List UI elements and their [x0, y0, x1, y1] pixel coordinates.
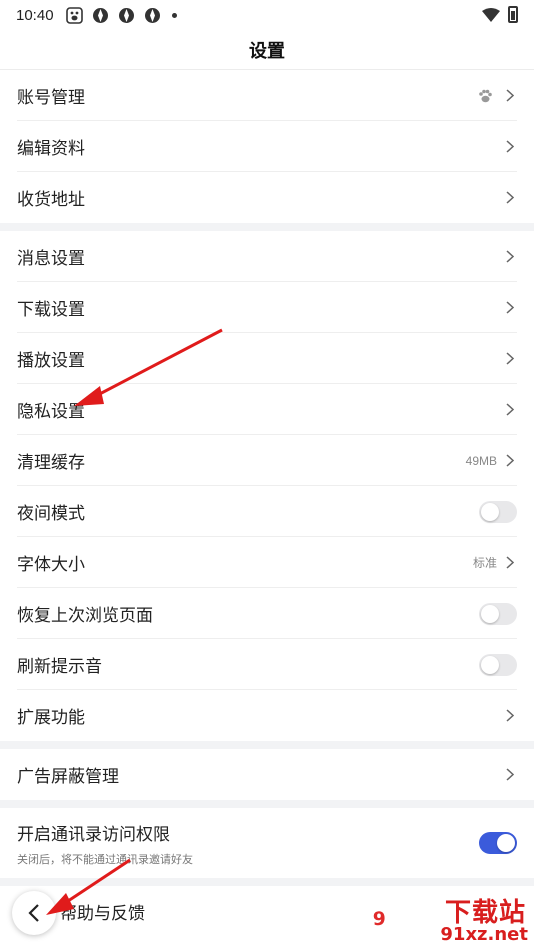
- toggle-knob: [481, 502, 499, 521]
- row-text-stack: 开启通讯录访问权限 关闭后，将不能通过通讯录邀请好友: [17, 820, 479, 867]
- row-label: 隐私设置: [17, 402, 85, 422]
- settings-list: 账号管理 编辑资料 收货地址 消息设置 下载设置 播放设置 隐私设置 清理缓存 …: [0, 70, 534, 937]
- status-bar: 10:40: [0, 0, 534, 30]
- settings-row-restore-page: 恢复上次浏览页面: [0, 588, 534, 639]
- watermark-logo: 9: [373, 909, 386, 930]
- row-label: 广告屏蔽管理: [17, 767, 119, 787]
- row-label: 开启通讯录访问权限: [17, 824, 170, 845]
- wifi-icon: [482, 7, 500, 22]
- chevron-right-icon: [503, 89, 517, 103]
- group-gap: [0, 800, 534, 808]
- chevron-right-icon: [503, 140, 517, 154]
- status-time: 10:40: [16, 6, 54, 24]
- row-label: 消息设置: [17, 249, 85, 269]
- settings-row-message[interactable]: 消息设置: [0, 231, 534, 282]
- chevron-right-icon: [503, 709, 517, 723]
- row-label: 收货地址: [17, 190, 85, 210]
- row-label: 编辑资料: [17, 139, 85, 159]
- row-label: 夜间模式: [17, 504, 85, 524]
- notification-icon: [92, 7, 108, 23]
- restore-page-toggle[interactable]: [479, 602, 517, 625]
- cache-size-value: 49MB: [465, 453, 497, 468]
- more-notifications-dot: [171, 12, 177, 18]
- row-label: 下载设置: [17, 300, 85, 320]
- group-gap: [0, 741, 534, 749]
- row-label: 扩展功能: [17, 708, 85, 728]
- settings-row-refresh-sound: 刷新提示音: [0, 639, 534, 690]
- chevron-right-icon: [503, 191, 517, 205]
- chevron-right-icon: [503, 454, 517, 468]
- refresh-sound-toggle[interactable]: [479, 653, 517, 676]
- chevron-right-icon: [503, 352, 517, 366]
- toggle-knob: [481, 604, 499, 623]
- settings-row-account[interactable]: 账号管理: [0, 70, 534, 121]
- settings-row-contacts-permission: 开启通讯录访问权限 关闭后，将不能通过通讯录邀请好友: [0, 808, 534, 878]
- settings-row-night-mode: 夜间模式: [0, 486, 534, 537]
- row-sublabel: 关闭后，将不能通过通讯录邀请好友: [17, 852, 193, 866]
- row-label: 清理缓存: [17, 453, 85, 473]
- status-right: [482, 6, 518, 23]
- settings-row-privacy[interactable]: 隐私设置: [0, 384, 534, 435]
- settings-row-playback[interactable]: 播放设置: [0, 333, 534, 384]
- settings-row-font-size[interactable]: 字体大小 标准: [0, 537, 534, 588]
- settings-row-clear-cache[interactable]: 清理缓存 49MB: [0, 435, 534, 486]
- toggle-knob: [481, 655, 499, 674]
- chevron-right-icon: [503, 403, 517, 417]
- page-title: 设置: [249, 40, 285, 62]
- title-bar: 设置: [0, 30, 534, 70]
- settings-row-address[interactable]: 收货地址: [0, 172, 534, 223]
- row-label: 刷新提示音: [17, 657, 102, 677]
- baidu-paw-icon: [479, 89, 492, 102]
- chevron-right-icon: [503, 556, 517, 570]
- row-label: 字体大小: [17, 555, 85, 575]
- settings-row-edit-profile[interactable]: 编辑资料: [0, 121, 534, 172]
- watermark-url: 91xz.net: [440, 924, 528, 945]
- group-gap: [0, 223, 534, 231]
- chevron-right-icon: [503, 250, 517, 264]
- notification-icon: [144, 7, 160, 23]
- svg-text:9: 9: [373, 909, 386, 930]
- notification-icon: [118, 7, 134, 23]
- row-label: 账号管理: [17, 88, 85, 108]
- settings-row-ad-block[interactable]: 广告屏蔽管理: [0, 749, 534, 800]
- settings-row-extensions[interactable]: 扩展功能: [0, 690, 534, 741]
- chevron-right-icon: [503, 768, 517, 782]
- toggle-knob: [497, 834, 515, 852]
- font-size-value: 标准: [472, 556, 497, 570]
- night-mode-toggle[interactable]: [479, 500, 517, 523]
- back-button[interactable]: [12, 891, 56, 935]
- chevron-left-icon: [28, 904, 39, 922]
- row-label: 恢复上次浏览页面: [17, 606, 153, 626]
- baidu-app-icon: [65, 6, 83, 24]
- group-gap: [0, 878, 534, 886]
- row-label: 播放设置: [17, 351, 85, 371]
- chevron-right-icon: [503, 301, 517, 315]
- battery-icon: [508, 6, 518, 23]
- settings-row-download[interactable]: 下载设置: [0, 282, 534, 333]
- contacts-permission-toggle[interactable]: [479, 832, 517, 854]
